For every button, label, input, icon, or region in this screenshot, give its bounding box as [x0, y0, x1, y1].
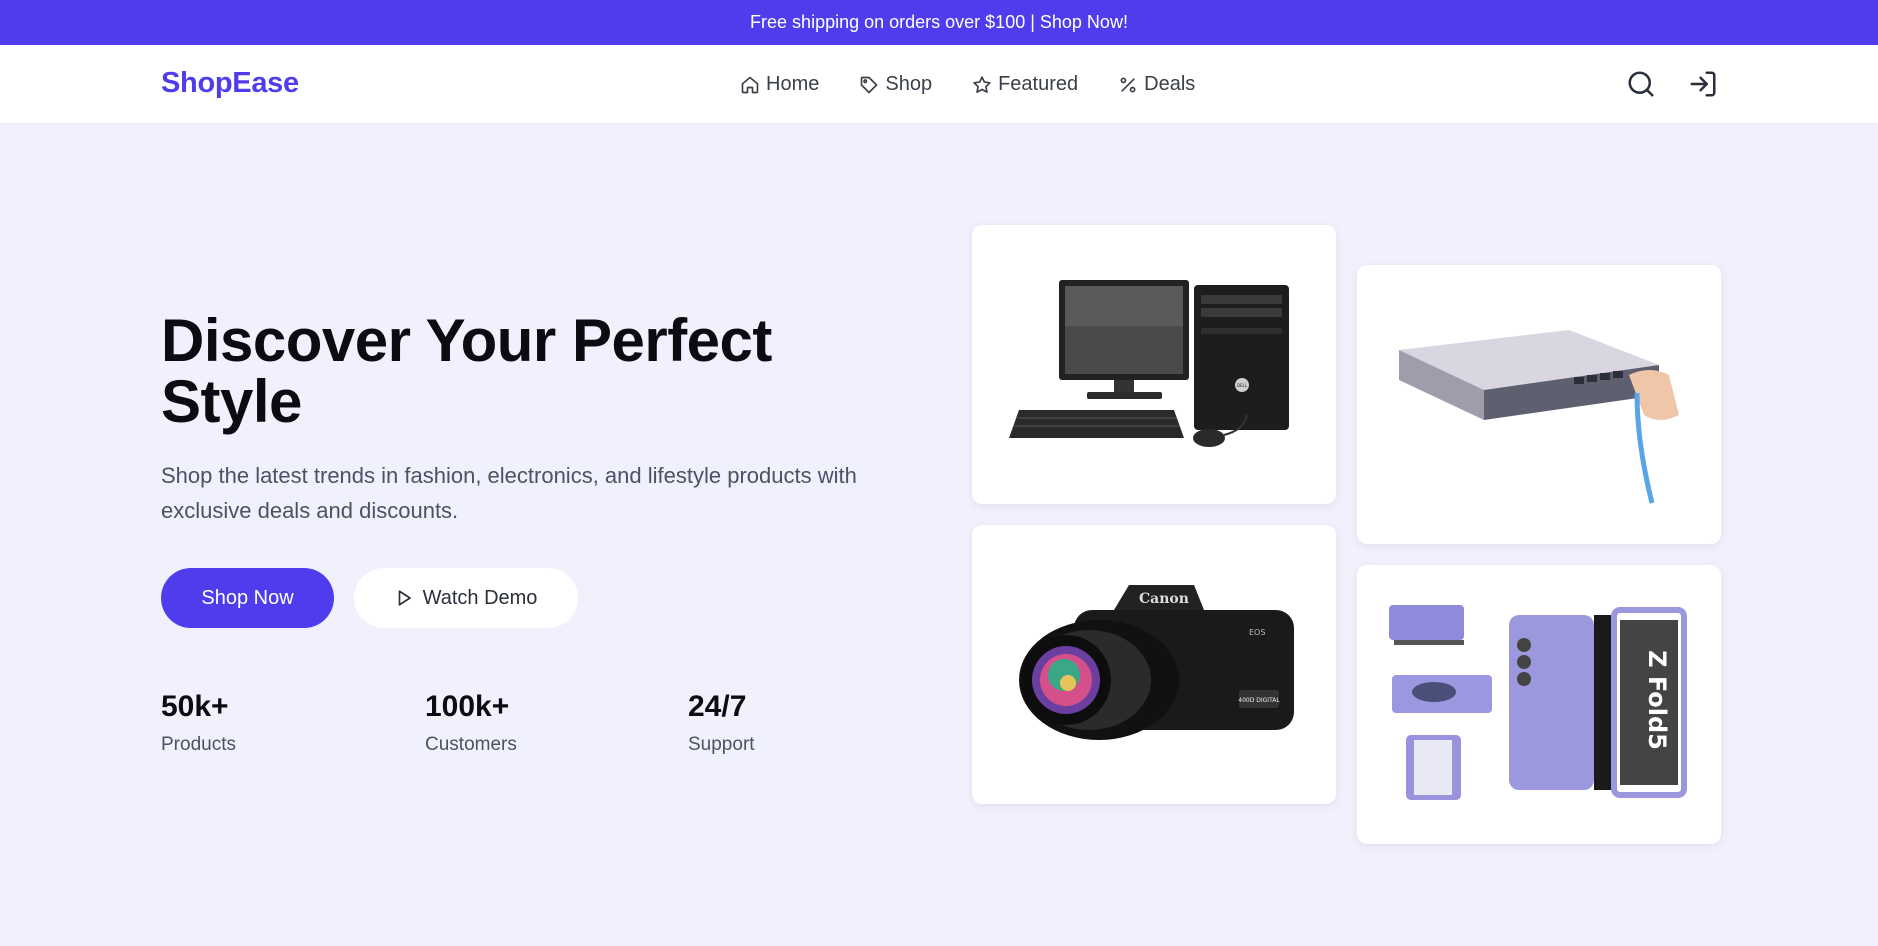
- star-icon: [973, 75, 991, 93]
- product-card-phone[interactable]: Z Fold5: [1357, 565, 1721, 844]
- tag-icon: [861, 76, 878, 93]
- product-card-switch[interactable]: [1357, 265, 1721, 544]
- watch-demo-button[interactable]: Watch Demo: [354, 568, 578, 628]
- nav-link-label: Home: [766, 73, 820, 95]
- nav-link-label: Featured: [998, 73, 1079, 95]
- nav-link-label: Deals: [1144, 73, 1196, 95]
- svg-text:Canon: Canon: [1139, 591, 1189, 607]
- home-icon: [741, 76, 759, 93]
- stat-products: 50k+ Products: [161, 690, 236, 756]
- promo-banner[interactable]: Free shipping on orders over $100 | Shop…: [0, 0, 1878, 45]
- promo-text[interactable]: Free shipping on orders over $100 | Shop…: [750, 12, 1128, 33]
- stat-label: Products: [161, 734, 236, 755]
- main-nav: Home Shop Featured Deals: [740, 73, 1235, 96]
- brand-logo[interactable]: ShopEase: [161, 67, 299, 100]
- search-icon: [1628, 71, 1654, 97]
- watch-demo-label: Watch Demo: [422, 586, 538, 609]
- product-card-computer[interactable]: DELL: [972, 225, 1336, 504]
- foldable-phone-image: Z Fold5: [1389, 604, 1687, 800]
- hero-title: Discover Your Perfect Style: [161, 310, 881, 432]
- play-icon: [398, 590, 411, 606]
- shop-now-button[interactable]: Shop Now: [161, 568, 334, 628]
- search-button[interactable]: [1624, 67, 1658, 101]
- desktop-computer-image: DELL: [1009, 279, 1289, 447]
- nav-link-home[interactable]: Home: [740, 73, 819, 96]
- stat-label: Support: [688, 734, 755, 755]
- hero-title-line: Discover Your Perfect: [161, 307, 772, 374]
- nav-link-label: Shop: [885, 73, 933, 95]
- svg-text:EOS: EOS: [1249, 628, 1265, 637]
- login-icon: [1690, 71, 1716, 97]
- product-card-camera[interactable]: Canon EOS 400D DIGITAL: [972, 525, 1336, 804]
- nav-link-featured[interactable]: Featured: [972, 73, 1078, 96]
- hero-title-line: Style: [161, 368, 302, 435]
- svg-text:DELL: DELL: [1237, 383, 1248, 388]
- navbar: ShopEase Home Shop Featured Deals: [0, 45, 1878, 124]
- nav-link-deals[interactable]: Deals: [1118, 73, 1195, 96]
- network-switch-image: [1399, 329, 1679, 504]
- dslr-camera-image: Canon EOS 400D DIGITAL: [1019, 584, 1294, 740]
- stat-label: Customers: [425, 734, 517, 755]
- svg-text:400D DIGITAL: 400D DIGITAL: [1238, 697, 1280, 704]
- nav-actions: [1624, 67, 1720, 101]
- stat-customers: 100k+ Customers: [425, 690, 517, 756]
- stat-support: 24/7 Support: [688, 690, 755, 756]
- stat-value: 100k+: [425, 690, 510, 723]
- svg-text:Z Fold5: Z Fold5: [1643, 650, 1671, 750]
- stat-value: 24/7: [688, 690, 747, 723]
- hero-subtitle: Shop the latest trends in fashion, elect…: [161, 463, 857, 523]
- nav-link-shop[interactable]: Shop: [859, 73, 932, 96]
- stat-value: 50k+: [161, 690, 229, 723]
- percent-icon: [1120, 77, 1136, 92]
- login-button[interactable]: [1686, 67, 1720, 101]
